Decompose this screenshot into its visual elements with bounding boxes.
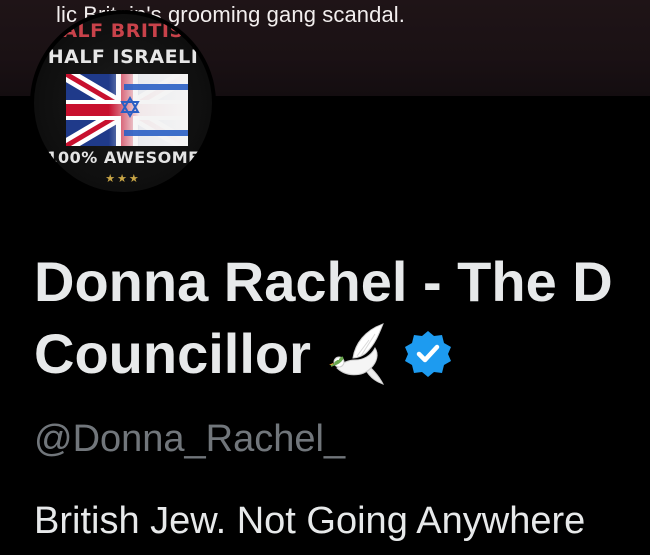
profile-handle: @Donna_Rachel_ <box>34 418 346 460</box>
avatar-line-half-british: HALF BRITISH <box>45 20 201 42</box>
display-name-suffix: Councillor <box>34 322 311 385</box>
avatar[interactable]: HALF BRITISH HALF ISRAELI 100% AWESOME ★… <box>30 10 216 196</box>
avatar-line-awesome: 100% AWESOME <box>46 148 200 167</box>
dove-of-peace-icon <box>328 323 384 385</box>
display-name-line2: Councillor <box>34 318 453 390</box>
profile-bio: British Jew. Not Going Anywhere <box>34 500 586 542</box>
display-name-line1: Donna Rachel - The D <box>34 250 613 313</box>
union-jack-israel-flag-icon <box>66 74 188 146</box>
profile-page: lic Britain's grooming gang scandal. HAL… <box>0 0 650 555</box>
avatar-image: HALF BRITISH HALF ISRAELI 100% AWESOME ★… <box>34 14 212 192</box>
avatar-line-half-israeli: HALF ISRAELI <box>47 46 199 68</box>
avatar-stars: ★★★ <box>105 172 141 185</box>
blue-verified-badge-icon[interactable] <box>403 329 453 379</box>
